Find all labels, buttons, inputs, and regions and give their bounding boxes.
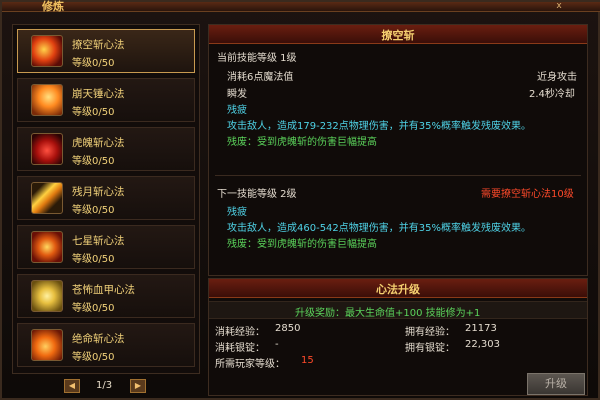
blood-armor-icon	[31, 280, 63, 312]
have-exp-value: 21173	[465, 323, 497, 334]
upgrade-button[interactable]: 升级	[527, 373, 585, 395]
skill-item-cangbuxuejia[interactable]: 苍怖血甲心法 等级0/50	[17, 274, 195, 318]
skill-name: 七星斩心法	[72, 235, 125, 247]
upgrade-header: 心法升级	[209, 279, 587, 298]
skill-list: 撩空斩心法 等级0/50 崩天锤心法 等级0/50 虎魄斩心法 等级0/50 残…	[12, 24, 200, 374]
divider	[215, 175, 581, 176]
tiger-slash-icon	[31, 133, 63, 165]
cost-exp-value: 2850	[275, 323, 301, 334]
next-bonus: 残废：受到虎魄斩的伤害巨幅提高	[227, 239, 377, 250]
skill-level: 等级0/50	[72, 156, 115, 167]
current-level-heading: 当前技能等级 1级	[217, 53, 297, 64]
skill-level: 等级0/50	[72, 205, 115, 216]
fatal-slash-icon	[31, 329, 63, 361]
skill-item-juemingzhan[interactable]: 绝命斩心法 等级0/50	[17, 323, 195, 367]
have-silver-label: 拥有银锭：	[405, 343, 455, 354]
next-level-heading: 下一技能等级 2级	[217, 189, 297, 200]
skill-level: 等级0/50	[72, 303, 115, 314]
close-button[interactable]: x	[552, 2, 566, 11]
skill-name: 绝命斩心法	[72, 333, 125, 345]
next-effect-name: 残疲	[227, 207, 247, 218]
window-title: 修炼	[42, 0, 64, 13]
fire-hammer-icon	[31, 84, 63, 116]
skill-name: 残月斩心法	[72, 186, 125, 198]
skill-name: 虎魄斩心法	[72, 137, 125, 149]
current-cooldown: 2.4秒冷却	[529, 89, 575, 100]
upgrade-panel: 心法升级 升级奖励：最大生命值+100 技能修为+1 消耗经验： 2850 拥有…	[208, 278, 588, 396]
flame-slash-icon	[31, 35, 63, 67]
pager: ◀ 1/3 ▶	[64, 377, 150, 395]
current-range: 近身攻击	[537, 72, 577, 83]
reward-bar: 升级奖励：最大生命值+100 技能修为+1	[209, 301, 587, 319]
detail-header: 撩空斩	[209, 25, 587, 44]
cost-silver-label: 消耗银锭：	[215, 343, 265, 354]
current-bonus: 残废：受到虎魄斩的伤害巨幅提高	[227, 137, 377, 148]
skill-name: 崩天锤心法	[72, 88, 125, 100]
prev-page-button[interactable]: ◀	[64, 379, 80, 393]
skill-level: 等级0/50	[72, 107, 115, 118]
skill-level: 等级0/50	[72, 58, 115, 69]
next-description: 攻击敌人，造成460-542点物理伤害，并有35%概率触发残废效果。	[227, 223, 532, 234]
current-description: 攻击敌人，造成179-232点物理伤害，并有35%概率触发残废效果。	[227, 121, 532, 132]
upgrade-reward: 升级奖励：最大生命值+100 技能修为+1	[295, 308, 481, 319]
page-indicator: 1/3	[96, 380, 113, 391]
seven-star-icon	[31, 231, 63, 263]
skill-item-hupozhan[interactable]: 虎魄斩心法 等级0/50	[17, 127, 195, 171]
skill-name: 苍怖血甲心法	[72, 284, 135, 296]
have-silver-value: 22,303	[465, 339, 500, 350]
current-effect-name: 残疲	[227, 105, 247, 116]
current-cost: 消耗6点魔法值	[227, 72, 294, 83]
skill-level: 等级0/50	[72, 352, 115, 363]
skill-item-qixingzhan[interactable]: 七星斩心法 等级0/50	[17, 225, 195, 269]
current-cast: 瞬发	[227, 89, 247, 100]
skill-item-canyuezhan[interactable]: 残月斩心法 等级0/50	[17, 176, 195, 220]
required-level-value: 15	[301, 355, 314, 366]
required-level-label: 所需玩家等级：	[215, 359, 285, 370]
detail-title: 撩空斩	[381, 29, 415, 42]
cost-exp-label: 消耗经验：	[215, 327, 265, 338]
crescent-slash-icon	[31, 182, 63, 214]
skill-name: 撩空斩心法	[72, 39, 125, 51]
skill-item-liaokongzhan[interactable]: 撩空斩心法 等级0/50	[17, 29, 195, 73]
title-bar: 修炼 x	[2, 0, 600, 13]
cost-silver-value: -	[275, 339, 279, 350]
skill-item-bengtianchui[interactable]: 崩天锤心法 等级0/50	[17, 78, 195, 122]
upgrade-title: 心法升级	[376, 283, 420, 296]
next-page-button[interactable]: ▶	[130, 379, 146, 393]
cultivation-window: 修炼 x 撩空斩心法 等级0/50 崩天锤心法 等级0/50 虎魄斩心法 等级0…	[0, 0, 600, 400]
next-requirement: 需要撩空斩心法10级	[481, 189, 574, 200]
skill-level: 等级0/50	[72, 254, 115, 265]
skill-detail-panel: 撩空斩 当前技能等级 1级 消耗6点魔法值 近身攻击 瞬发 2.4秒冷却 残疲 …	[208, 24, 588, 276]
have-exp-label: 拥有经验：	[405, 327, 455, 338]
